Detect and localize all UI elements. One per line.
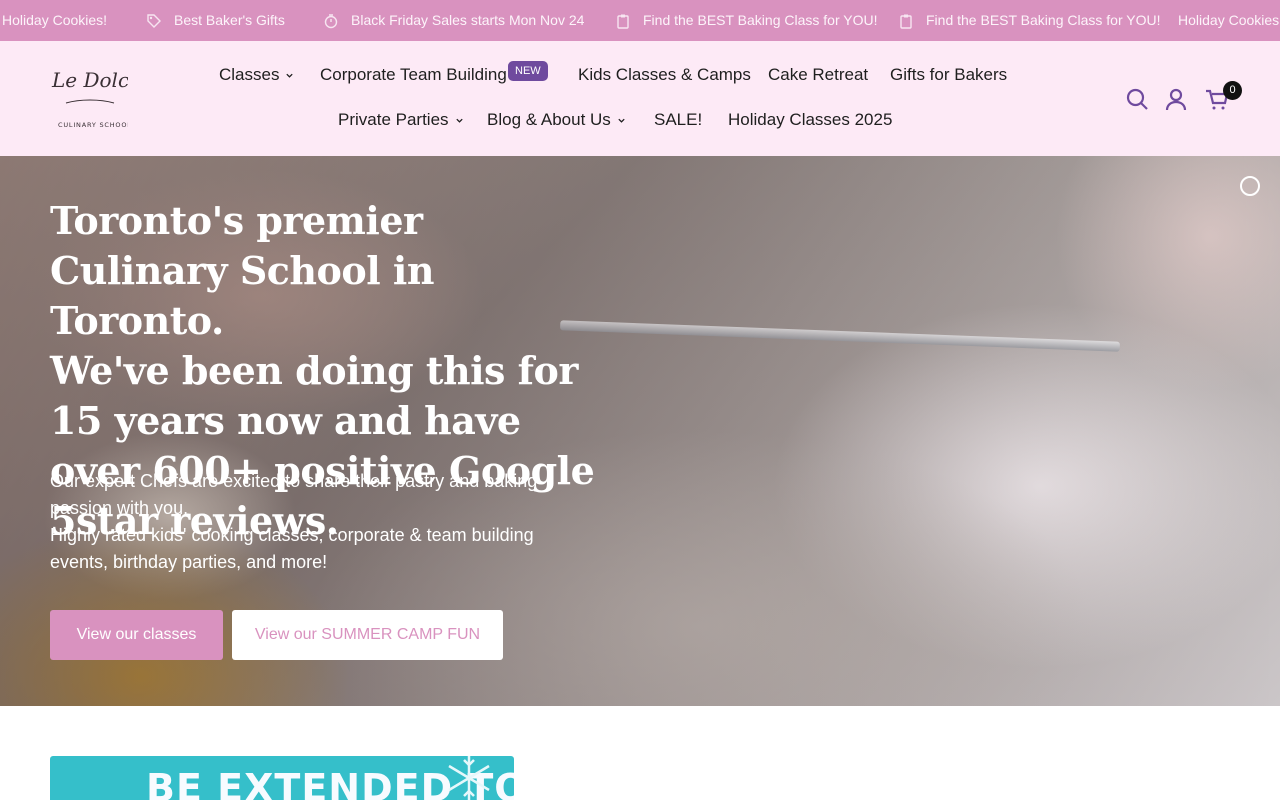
hero-text-line: Highly rated kids' cooking classes, corp… [50, 525, 534, 572]
announcement-text: Black Friday Sales starts Mon Nov 24 [351, 12, 585, 28]
announcement-item[interactable]: Find the BEST Baking Class for YOU! [615, 0, 877, 41]
logo-script-text: Le Dolci [51, 68, 128, 92]
announcement-bar: Holiday Cookies! Best Baker's Gifts Blac… [0, 0, 1280, 41]
chevron-down-icon [286, 73, 294, 78]
nav-cake-retreat[interactable]: Cake Retreat [768, 65, 868, 85]
announcement-text: Find the BEST Baking Class for YOU! [643, 12, 878, 28]
promo-banner[interactable]: BE EXTENDED TO [50, 756, 514, 800]
announcement-text: Holiday Cookies! [2, 12, 108, 28]
view-classes-button[interactable]: View our classes [50, 610, 223, 660]
nav-sale[interactable]: SALE! [654, 110, 702, 130]
nav-label: Holiday Classes 2025 [728, 110, 893, 129]
nav-label: SALE! [654, 110, 703, 129]
announcement-item[interactable]: Holiday Cookies! [1178, 0, 1280, 41]
announcement-text: Best Baker's Gifts [174, 12, 285, 28]
nav-kids-classes-camps[interactable]: Kids Classes & Camps [578, 65, 751, 85]
slide-indicator[interactable] [1240, 176, 1260, 196]
announcement-item[interactable]: Find the BEST Baking Class for YOU! [898, 0, 1160, 41]
search-icon[interactable] [1125, 87, 1149, 111]
nav-corporate-team-building[interactable]: Corporate Team Building [320, 65, 507, 85]
view-summer-camp-button[interactable]: View our SUMMER CAMP FUN [232, 610, 503, 660]
hero-banner: Toronto's premier Culinary School in Tor… [0, 156, 1280, 706]
site-header: Le Dolci CULINARY SCHOOL Classes Corpora… [0, 41, 1280, 156]
announcement-item[interactable]: Black Friday Sales starts Mon Nov 24 [323, 0, 584, 41]
announcement-item[interactable]: Best Baker's Gifts [146, 0, 285, 41]
new-badge: NEW [508, 61, 548, 81]
nav-holiday-classes-2025[interactable]: Holiday Classes 2025 [728, 110, 892, 130]
nav-label: Blog & About Us [487, 110, 611, 129]
nav-classes[interactable]: Classes [219, 65, 294, 85]
announcement-text: Holiday Cookies! [1178, 12, 1280, 28]
nav-label: Private Parties [338, 110, 449, 129]
cart-count-badge: 0 [1223, 81, 1242, 100]
nav-private-parties[interactable]: Private Parties [338, 110, 464, 130]
hero-text-line: Our expert Chefs are excited to share th… [50, 471, 538, 518]
clipboard-icon [900, 14, 912, 29]
site-logo[interactable]: Le Dolci CULINARY SCHOOL [50, 65, 128, 131]
hero-description: Our expert Chefs are excited to share th… [50, 468, 590, 576]
logo-subtitle-text: CULINARY SCHOOL [58, 121, 128, 129]
nav-gifts-for-bakers[interactable]: Gifts for Bakers [890, 65, 1007, 85]
nav-label: Cake Retreat [768, 65, 869, 84]
clipboard-icon [617, 14, 629, 29]
nav-label: Corporate Team Building [320, 65, 507, 84]
announcement-item[interactable]: Holiday Cookies! [2, 0, 107, 41]
snowflake-icon [448, 756, 490, 800]
nav-label: Kids Classes & Camps [578, 65, 751, 84]
account-icon[interactable] [1164, 87, 1188, 111]
nav-label: Classes [219, 65, 280, 84]
tag-icon [147, 13, 161, 28]
hero-title-line: Toronto's premier Culinary School in Tor… [50, 198, 434, 343]
chevron-down-icon [618, 118, 625, 123]
nav-blog-about-us[interactable]: Blog & About Us [487, 110, 626, 130]
chevron-down-icon [455, 118, 463, 123]
announcement-text: Find the BEST Baking Class for YOU! [926, 12, 1161, 28]
nav-label: Gifts for Bakers [890, 65, 1008, 84]
timer-icon [324, 13, 338, 28]
